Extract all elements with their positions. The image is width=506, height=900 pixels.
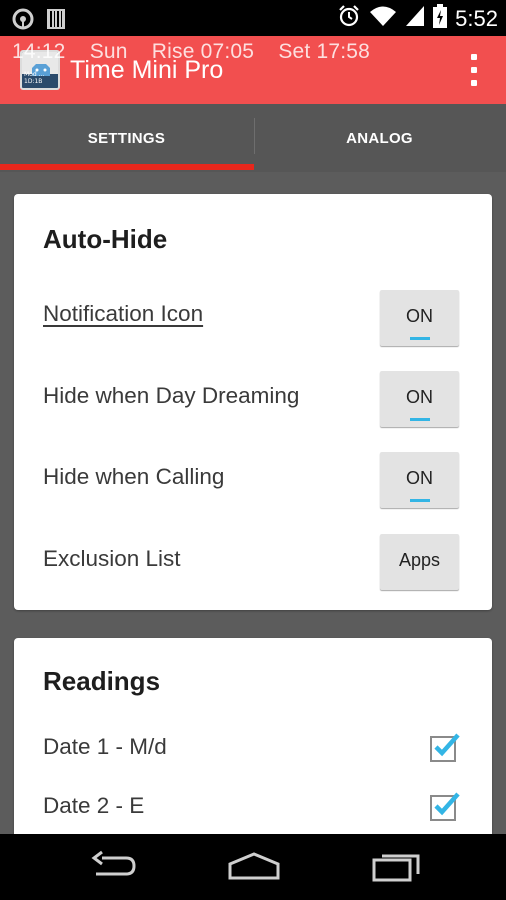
settings-content[interactable]: Auto-Hide Notification Icon ON Hide when… [0,172,506,834]
signal-icon [405,4,425,33]
auto-hide-title: Auto-Hide [43,224,168,254]
circle-notification-icon [12,8,34,35]
back-icon[interactable] [88,848,138,889]
notification-icon-toggle[interactable]: ON [380,290,459,346]
clock-time: 5:52 [455,5,498,31]
day-dreaming-label: Hide when Day Dreaming [43,383,300,408]
date-2-label: Date 2 - E [43,793,145,818]
toggle-label: ON [406,386,433,407]
overflow-menu-icon[interactable] [470,54,478,86]
home-icon[interactable] [226,848,282,889]
tab-analog-label: ANALOG [346,129,413,147]
status-bar: 5:52 [0,0,506,36]
battery-charging-icon [433,4,448,33]
tab-analog[interactable]: ANALOG [253,104,506,172]
notification-icon-link[interactable]: Notification Icon [43,301,203,327]
date-2-checkbox[interactable] [430,792,460,821]
tab-settings[interactable]: SETTINGS [0,104,254,172]
toggle-label: ON [406,305,433,326]
date-1-checkbox[interactable] [430,733,460,762]
checkmark-icon [434,792,460,816]
toggle-label: ON [406,467,433,488]
calling-toggle[interactable]: ON [380,452,459,508]
toggle-on-indicator [410,418,430,421]
exclusion-list-label: Exclusion List [43,546,181,571]
readings-title: Readings [43,666,161,696]
tab-selected-indicator [0,164,254,170]
time-ticker: 14:12 Sun Rise 07:05 Set 17:58 [12,40,371,63]
readings-card: Readings Date 1 - M/d Date 2 - E [14,638,492,834]
alarm-icon [337,4,361,33]
day-dreaming-toggle[interactable]: ON [380,371,459,427]
toggle-on-indicator [410,499,430,502]
calling-label: Hide when Calling [43,464,225,489]
apps-button-label: Apps [398,549,441,570]
tab-divider [254,118,255,154]
exclusion-apps-button[interactable]: Apps [380,534,459,590]
app-bar: Mod ... 1D:1B Time Mini Pro 14:12 Sun Ri… [0,36,506,104]
barcode-icon [46,8,66,35]
auto-hide-card: Auto-Hide Notification Icon ON Hide when… [14,194,492,610]
recents-icon[interactable] [370,848,424,889]
toggle-on-indicator [410,337,430,340]
wifi-icon [369,4,397,33]
checkmark-icon [434,733,460,757]
date-1-label: Date 1 - M/d [43,734,167,759]
navigation-bar [0,834,506,900]
tab-bar: SETTINGS ANALOG [0,104,506,172]
tab-settings-label: SETTINGS [87,129,166,147]
